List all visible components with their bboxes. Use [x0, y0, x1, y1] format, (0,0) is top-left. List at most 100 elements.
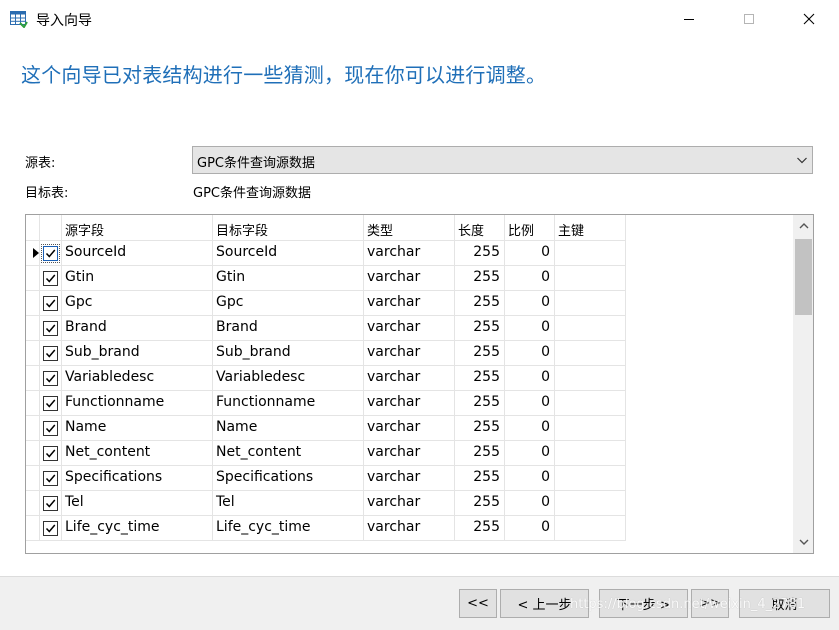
target-field-cell[interactable]: Variabledesc [213, 366, 364, 391]
source-field-cell[interactable]: Variabledesc [62, 366, 213, 391]
primary-key-cell[interactable] [555, 491, 626, 516]
source-field-cell[interactable]: Functionname [62, 391, 213, 416]
scale-cell[interactable]: 0 [505, 466, 555, 491]
field-mapping-grid[interactable]: 源字段 目标字段 类型 长度 比例 主键 SourceId SourceId var… [25, 214, 814, 554]
type-cell[interactable]: varchar [364, 341, 455, 366]
row-indicator-cell[interactable] [26, 316, 40, 341]
source-field-cell[interactable]: Specifications [62, 466, 213, 491]
primary-key-cell[interactable] [555, 241, 626, 266]
table-row[interactable]: Gpc Gpc varchar 255 0 [26, 291, 626, 316]
source-field-cell[interactable]: Gtin [62, 266, 213, 291]
type-cell[interactable]: varchar [364, 466, 455, 491]
row-indicator-cell[interactable] [26, 466, 40, 491]
row-indicator-cell[interactable] [26, 491, 40, 516]
include-field-checkbox[interactable] [43, 470, 58, 486]
primary-key-cell[interactable] [555, 391, 626, 416]
scale-cell[interactable]: 0 [505, 241, 555, 266]
primary-key-cell[interactable] [555, 266, 626, 291]
type-cell[interactable]: varchar [364, 416, 455, 441]
type-cell[interactable]: varchar [364, 291, 455, 316]
type-cell[interactable]: varchar [364, 366, 455, 391]
table-row[interactable]: Functionname Functionname varchar 255 0 [26, 391, 626, 416]
table-row[interactable]: SourceId SourceId varchar 255 0 [26, 241, 626, 266]
primary-key-cell[interactable] [555, 466, 626, 491]
source-field-cell[interactable]: SourceId [62, 241, 213, 266]
table-row[interactable]: Specifications Specifications varchar 255 0 [26, 466, 626, 491]
row-indicator-cell[interactable] [26, 366, 40, 391]
maximize-button[interactable] [726, 0, 772, 38]
close-button[interactable] [786, 0, 832, 38]
source-field-cell[interactable]: Life_cyc_time [62, 516, 213, 541]
include-field-checkbox[interactable] [43, 495, 58, 511]
primary-key-cell[interactable] [555, 516, 626, 541]
primary-key-cell[interactable] [555, 341, 626, 366]
vertical-scrollbar[interactable] [793, 215, 813, 553]
scale-cell[interactable]: 0 [505, 266, 555, 291]
length-cell[interactable]: 255 [455, 516, 505, 541]
scroll-down-button[interactable] [793, 531, 813, 553]
column-header-length[interactable]: 长度 [455, 215, 505, 241]
table-row[interactable]: Tel Tel varchar 255 0 [26, 491, 626, 516]
length-cell[interactable]: 255 [455, 241, 505, 266]
scale-cell[interactable]: 0 [505, 316, 555, 341]
table-row[interactable]: Life_cyc_time Life_cyc_time varchar 255 0 [26, 516, 626, 541]
target-field-cell[interactable]: Net_content [213, 441, 364, 466]
scale-cell[interactable]: 0 [505, 516, 555, 541]
column-header-scale[interactable]: 比例 [505, 215, 555, 241]
include-field-checkbox[interactable] [43, 445, 58, 461]
include-field-checkbox[interactable] [43, 345, 58, 361]
length-cell[interactable]: 255 [455, 291, 505, 316]
row-indicator-cell[interactable] [26, 416, 40, 441]
scale-cell[interactable]: 0 [505, 341, 555, 366]
table-row[interactable]: Name Name varchar 255 0 [26, 416, 626, 441]
target-field-cell[interactable]: Life_cyc_time [213, 516, 364, 541]
type-cell[interactable]: varchar [364, 266, 455, 291]
type-cell[interactable]: varchar [364, 516, 455, 541]
length-cell[interactable]: 255 [455, 366, 505, 391]
length-cell[interactable]: 255 [455, 316, 505, 341]
row-indicator-cell[interactable] [26, 266, 40, 291]
target-field-cell[interactable]: Sub_brand [213, 341, 364, 366]
target-field-cell[interactable]: SourceId [213, 241, 364, 266]
column-header-target-field[interactable]: 目标字段 [213, 215, 364, 241]
target-field-cell[interactable]: Gpc [213, 291, 364, 316]
primary-key-cell[interactable] [555, 291, 626, 316]
type-cell[interactable]: varchar [364, 241, 455, 266]
type-cell[interactable]: varchar [364, 491, 455, 516]
source-field-cell[interactable]: Name [62, 416, 213, 441]
scale-cell[interactable]: 0 [505, 291, 555, 316]
scale-cell[interactable]: 0 [505, 441, 555, 466]
include-field-checkbox[interactable] [41, 243, 60, 263]
type-cell[interactable]: varchar [364, 316, 455, 341]
target-field-cell[interactable]: Gtin [213, 266, 364, 291]
source-field-cell[interactable]: Sub_brand [62, 341, 213, 366]
table-row[interactable]: Brand Brand varchar 255 0 [26, 316, 626, 341]
target-field-cell[interactable]: Specifications [213, 466, 364, 491]
scale-cell[interactable]: 0 [505, 416, 555, 441]
row-indicator-cell[interactable] [26, 516, 40, 541]
target-field-cell[interactable]: Tel [213, 491, 364, 516]
include-field-checkbox[interactable] [43, 370, 58, 386]
row-indicator-cell[interactable] [26, 291, 40, 316]
table-row[interactable]: Net_content Net_content varchar 255 0 [26, 441, 626, 466]
include-field-checkbox[interactable] [43, 295, 58, 311]
include-field-checkbox[interactable] [43, 520, 58, 536]
scale-cell[interactable]: 0 [505, 491, 555, 516]
length-cell[interactable]: 255 [455, 416, 505, 441]
source-field-cell[interactable]: Tel [62, 491, 213, 516]
length-cell[interactable]: 255 [455, 441, 505, 466]
table-row[interactable]: Variabledesc Variabledesc varchar 255 0 [26, 366, 626, 391]
type-cell[interactable]: varchar [364, 391, 455, 416]
length-cell[interactable]: 255 [455, 391, 505, 416]
length-cell[interactable]: 255 [455, 341, 505, 366]
table-row[interactable]: Gtin Gtin varchar 255 0 [26, 266, 626, 291]
column-header-type[interactable]: 类型 [364, 215, 455, 241]
target-field-cell[interactable]: Functionname [213, 391, 364, 416]
minimize-button[interactable] [666, 0, 712, 38]
type-cell[interactable]: varchar [364, 441, 455, 466]
include-field-checkbox[interactable] [43, 395, 58, 411]
scroll-thumb[interactable] [795, 239, 812, 315]
row-indicator-cell[interactable] [26, 341, 40, 366]
table-row[interactable]: Sub_brand Sub_brand varchar 255 0 [26, 341, 626, 366]
column-header-source-field[interactable]: 源字段 [62, 215, 213, 241]
